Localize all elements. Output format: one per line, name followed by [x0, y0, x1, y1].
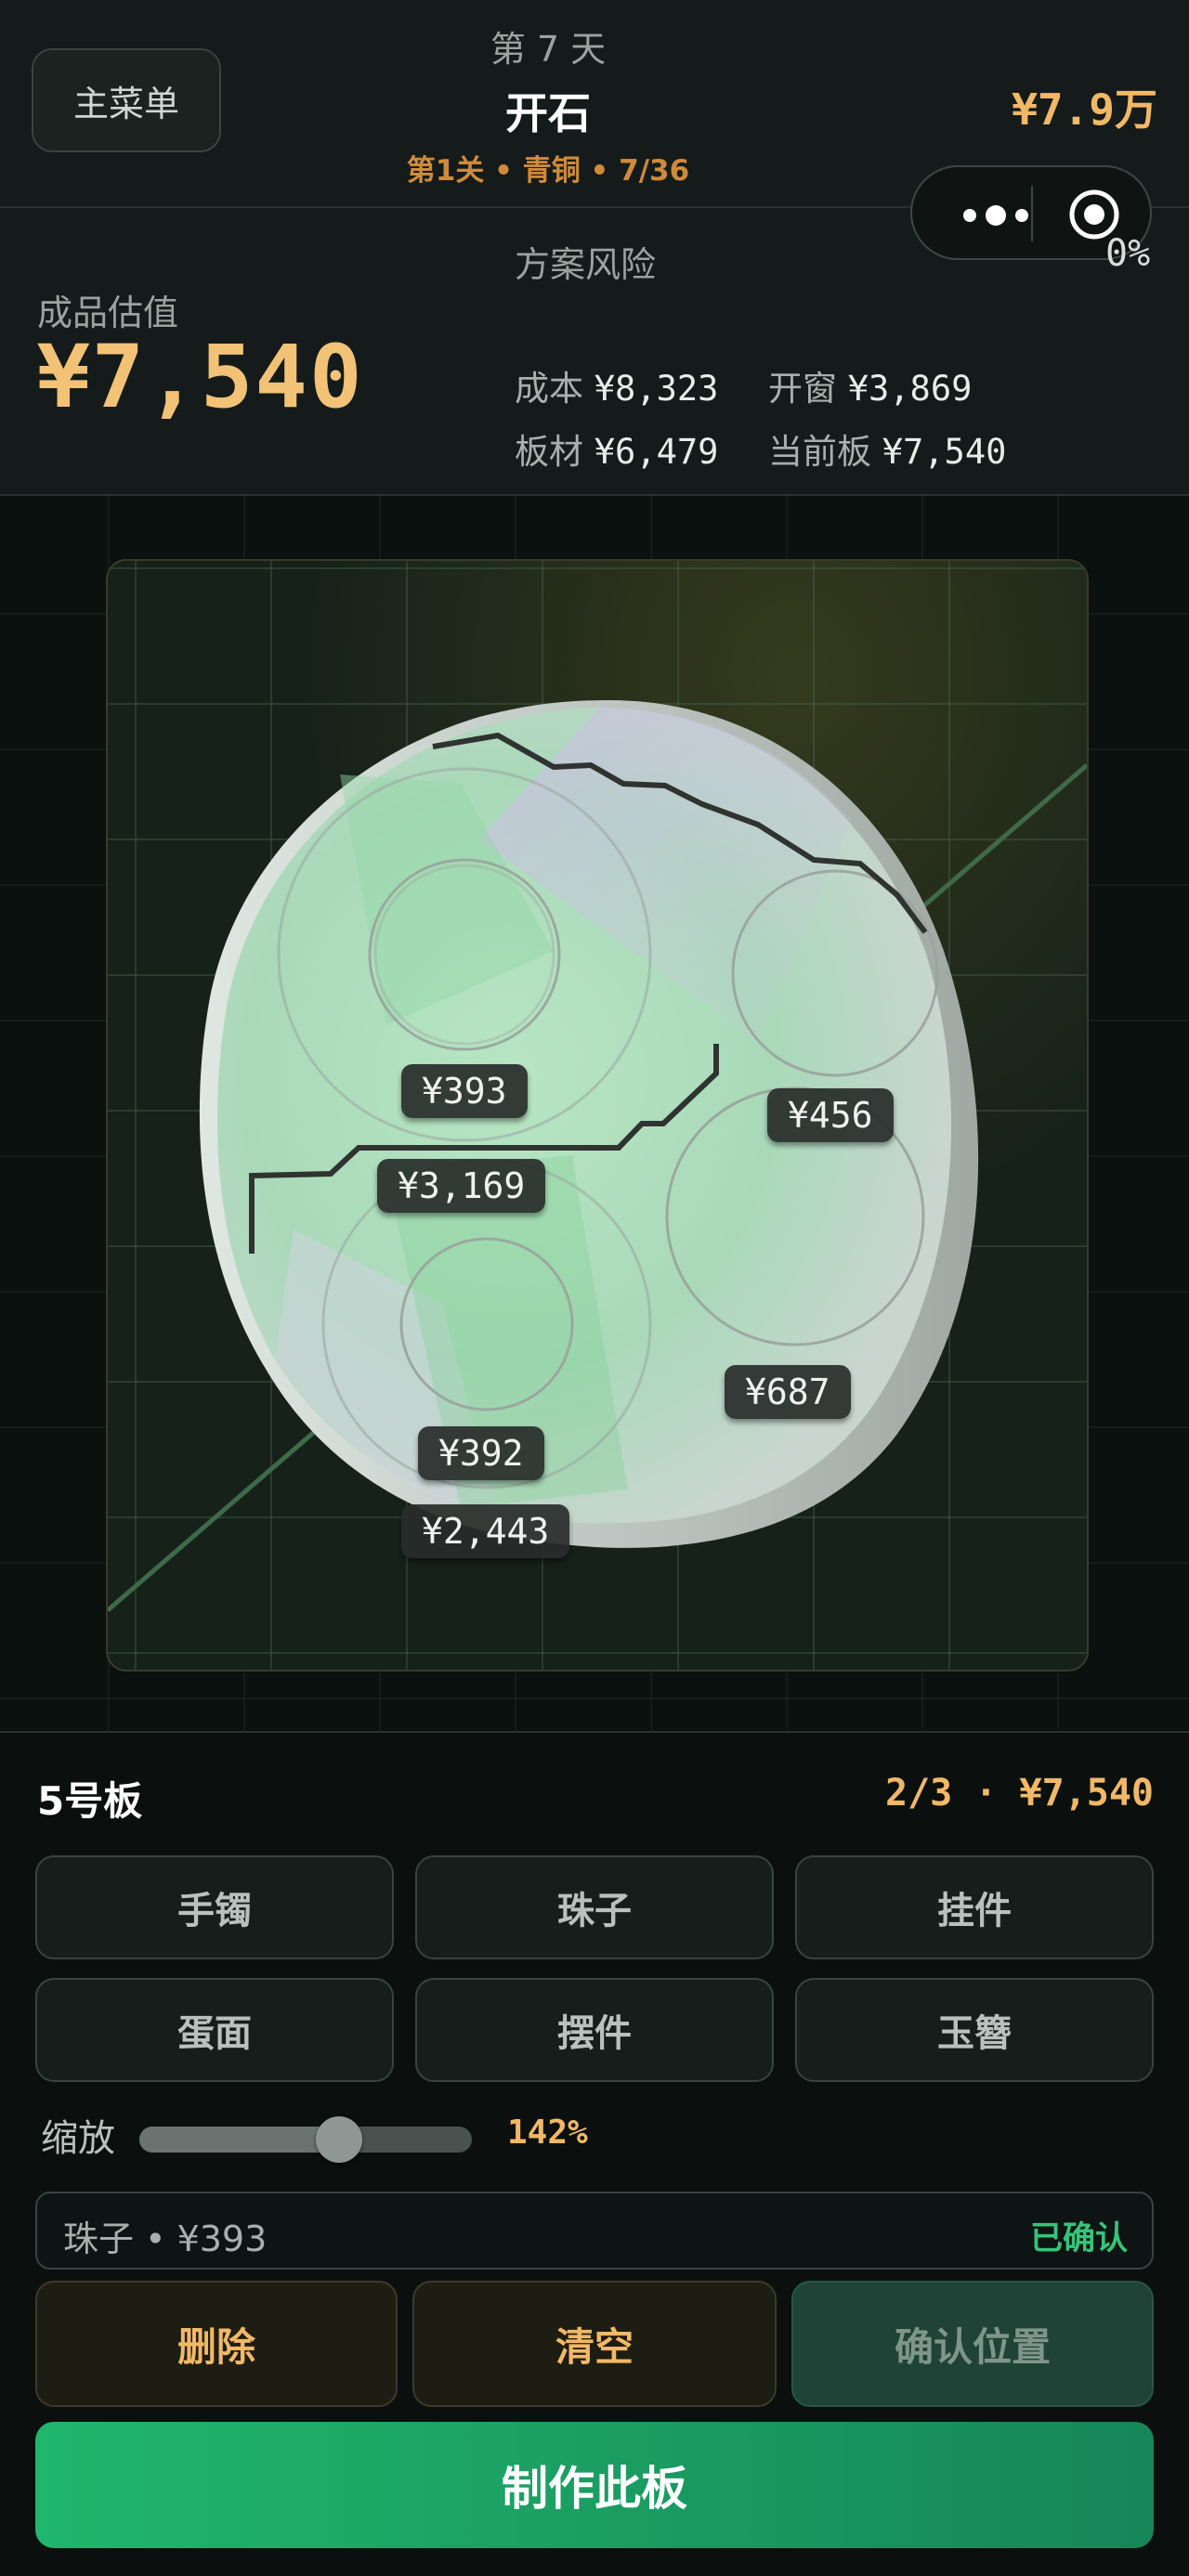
board-name: 5号板: [37, 1778, 143, 1824]
price-tag-456[interactable]: ¥456: [767, 1088, 894, 1142]
delete-button[interactable]: 删除: [35, 2281, 398, 2407]
clear-button[interactable]: 清空: [412, 2281, 777, 2407]
money-balance: ¥7.9万: [1012, 85, 1157, 135]
zoom-slider-thumb[interactable]: [315, 2116, 362, 2163]
estimate-value: ¥7,540: [37, 327, 364, 428]
main-menu-button[interactable]: 主菜单: [32, 48, 221, 152]
zoom-slider[interactable]: [139, 2116, 472, 2163]
board-value: ¥6,479: [594, 432, 719, 472]
price-tag-393[interactable]: ¥393: [401, 1064, 528, 1118]
zoom-value: 142%: [507, 2114, 588, 2152]
type-button-bangle[interactable]: 手镯: [35, 1855, 394, 1959]
window-label: 开窗: [767, 369, 837, 409]
price-tag-392[interactable]: ¥392: [418, 1426, 544, 1480]
capsule-divider: [1031, 186, 1033, 241]
board-line: 板材 ¥6,479 当前板 ¥7,540: [515, 423, 1006, 474]
type-button-pendant[interactable]: 挂件: [795, 1855, 1154, 1959]
price-tag-3169[interactable]: ¥3,169: [377, 1159, 546, 1213]
more-dots-icon[interactable]: [957, 197, 1040, 234]
day-label: 第 7 天: [490, 29, 607, 70]
window-value: ¥3,869: [847, 369, 973, 409]
zoom-slider-fill: [139, 2127, 339, 2153]
cost-window-line: 成本 ¥8,323 开窗 ¥3,869: [515, 360, 972, 410]
level-info: 第1关 • 青铜 • 7/36: [406, 154, 690, 188]
current-board-label: 当前板: [767, 432, 871, 472]
stone-workspace[interactable]: [106, 559, 1089, 1672]
jade-stone[interactable]: [108, 561, 1087, 1670]
price-tag-2443[interactable]: ¥2,443: [401, 1504, 570, 1558]
page-title: 开石: [505, 88, 591, 138]
board-count: 2/3 · ¥7,540: [885, 1772, 1154, 1815]
selected-item-text: 珠子 • ¥393: [63, 2218, 268, 2259]
type-button-hairpin[interactable]: 玉簪: [795, 1978, 1154, 2082]
zoom-label: 缩放: [41, 2117, 115, 2160]
make-board-button[interactable]: 制作此板: [35, 2422, 1154, 2548]
type-button-ornament[interactable]: 摆件: [415, 1978, 774, 2082]
current-board-value: ¥7,540: [882, 432, 1007, 472]
price-tag-687[interactable]: ¥687: [725, 1365, 851, 1419]
risk-percent: 0%: [1105, 232, 1151, 275]
selected-item-status: 已确认: [1029, 2220, 1128, 2257]
board-label: 板材: [515, 432, 583, 472]
confirm-position-button[interactable]: 确认位置: [791, 2281, 1154, 2407]
cost-label: 成本: [515, 369, 583, 409]
type-button-cabochon[interactable]: 蛋面: [35, 1978, 394, 2082]
type-button-bead[interactable]: 珠子: [415, 1855, 774, 1959]
board-control-panel: 5号板 2/3 · ¥7,540 手镯 珠子 挂件 蛋面 摆件 玉簪 缩放 14…: [0, 1731, 1189, 2576]
selected-item-bar[interactable]: 珠子 • ¥393 已确认: [35, 2192, 1154, 2270]
cost-value: ¥8,323: [594, 369, 719, 409]
risk-label: 方案风险: [515, 244, 657, 285]
